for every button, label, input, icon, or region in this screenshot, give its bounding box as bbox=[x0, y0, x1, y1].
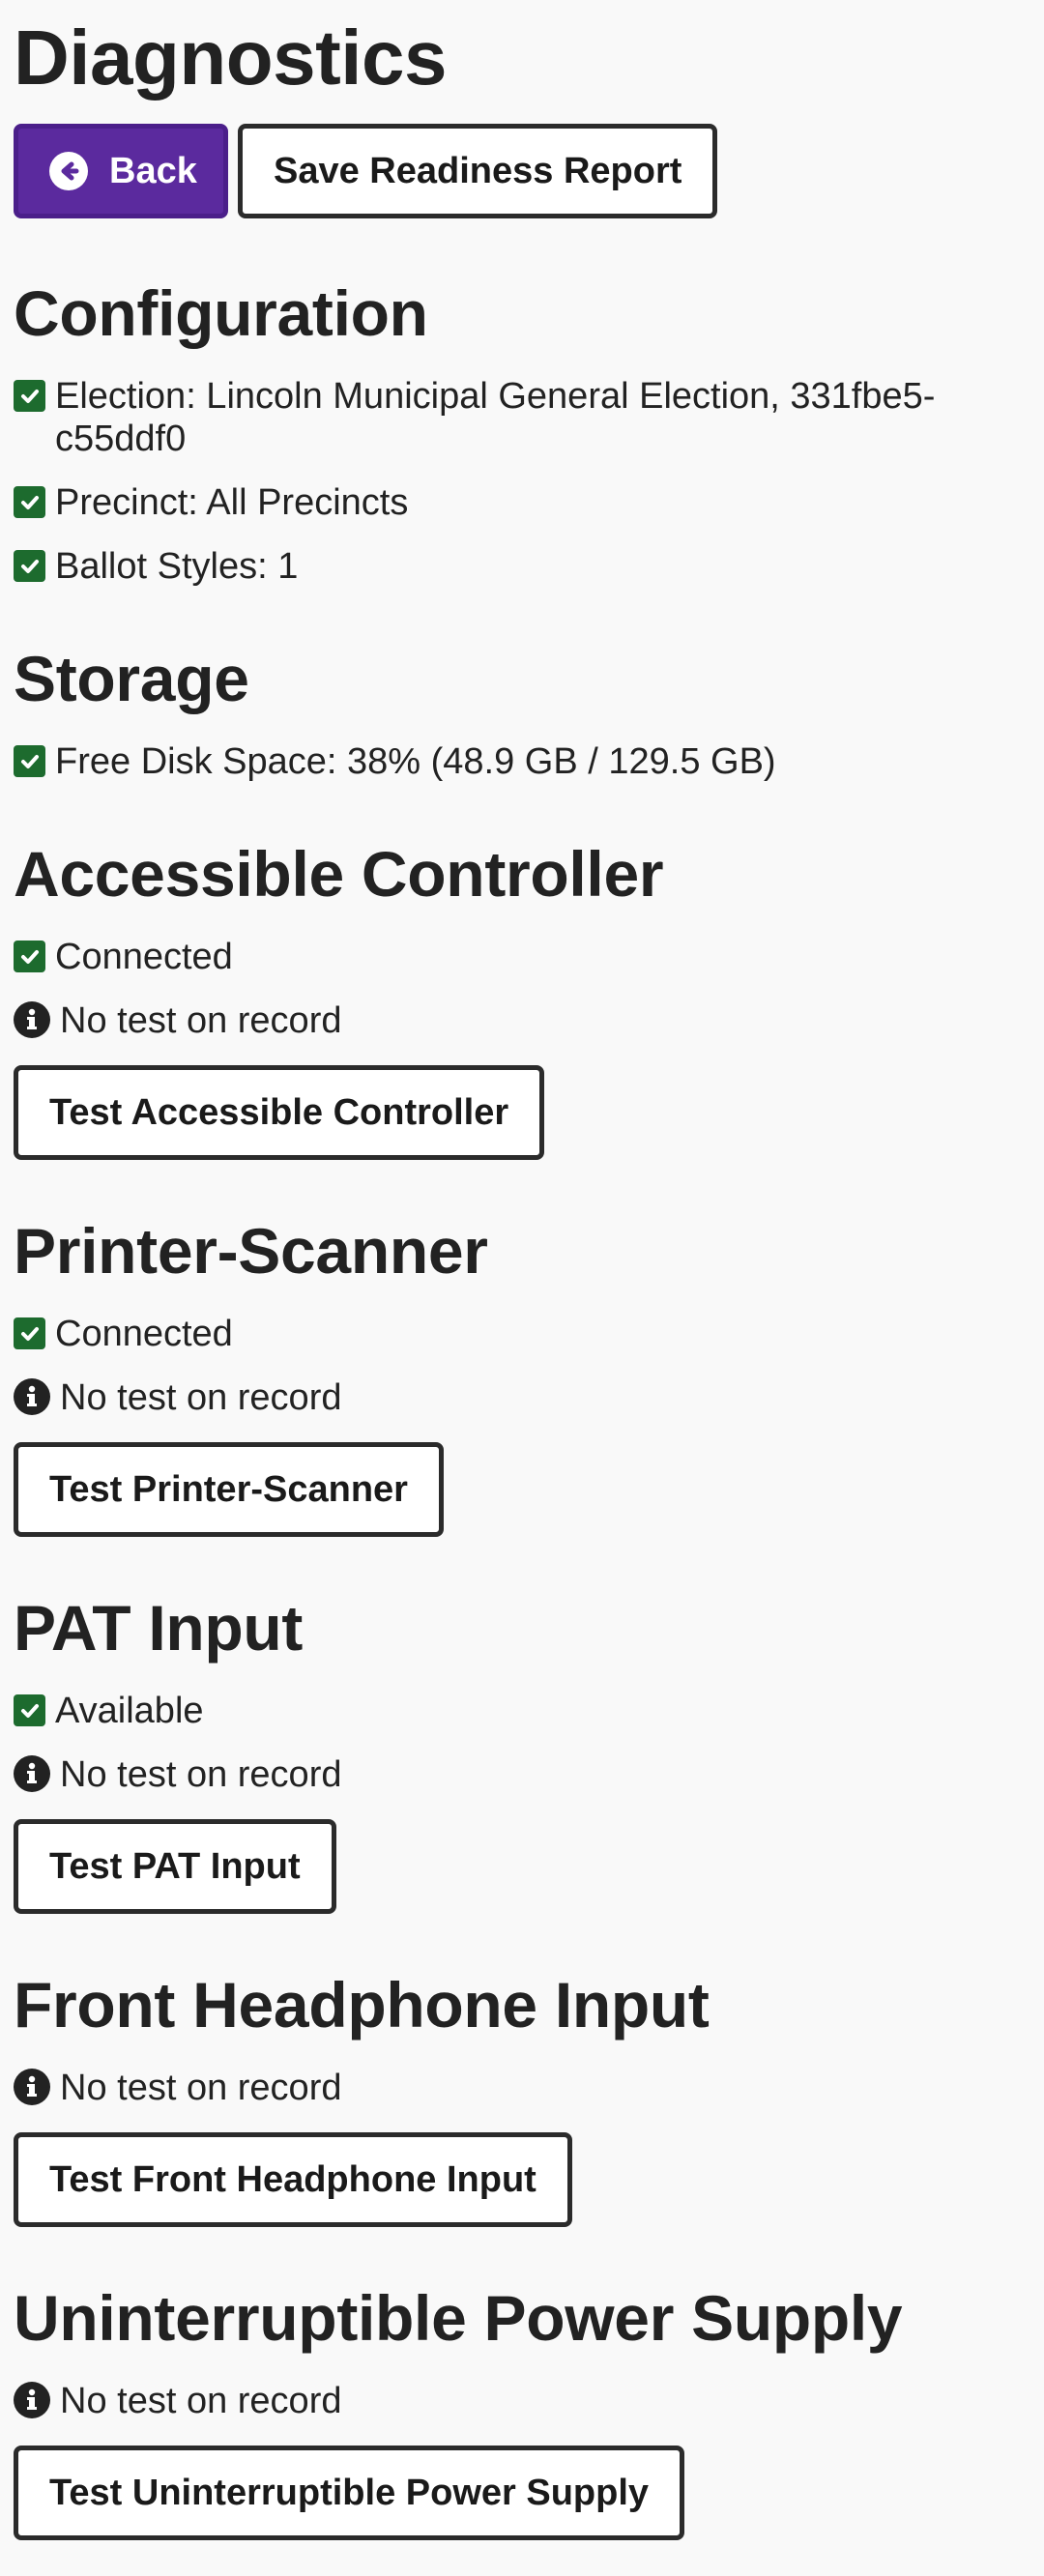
diagnostics-page: Diagnostics Back Save Readiness Report C… bbox=[0, 0, 1044, 2540]
save-readiness-report-button[interactable]: Save Readiness Report bbox=[238, 124, 718, 218]
header-actions: Back Save Readiness Report bbox=[14, 124, 1030, 218]
back-button[interactable]: Back bbox=[14, 124, 228, 218]
info-circle-icon bbox=[14, 1378, 50, 1415]
pat-test-row: No test on record bbox=[14, 1753, 1030, 1796]
ups-heading: Uninterruptible Power Supply bbox=[14, 2282, 903, 2354]
election-row: Election: Lincoln Municipal General Elec… bbox=[14, 375, 1030, 460]
ballot-styles-text: Ballot Styles: 1 bbox=[55, 546, 299, 587]
info-circle-icon bbox=[14, 2382, 50, 2418]
printer-test-text: No test on record bbox=[60, 1377, 342, 1418]
check-square-icon bbox=[14, 1694, 45, 1726]
printer-scanner-heading: Printer-Scanner bbox=[14, 1215, 488, 1287]
headphone-test-row: No test on record bbox=[14, 2067, 1030, 2109]
check-square-icon bbox=[14, 941, 45, 972]
pat-input-section: PAT Input Available No test on record Te… bbox=[14, 1587, 1030, 1914]
pat-status-row: Available bbox=[14, 1690, 1030, 1732]
test-printer-scanner-button[interactable]: Test Printer-Scanner bbox=[14, 1442, 444, 1537]
configuration-heading: Configuration bbox=[14, 277, 428, 349]
info-circle-icon bbox=[14, 1755, 50, 1792]
check-square-icon bbox=[14, 550, 45, 582]
controller-test-row: No test on record bbox=[14, 999, 1030, 1042]
check-square-icon bbox=[14, 1317, 45, 1349]
pat-input-heading: PAT Input bbox=[14, 1592, 304, 1664]
check-square-icon bbox=[14, 380, 45, 412]
ups-test-row: No test on record bbox=[14, 2380, 1030, 2422]
ups-test-text: No test on record bbox=[60, 2381, 342, 2421]
controller-status-row: Connected bbox=[14, 936, 1030, 978]
test-accessible-controller-button[interactable]: Test Accessible Controller bbox=[14, 1065, 545, 1160]
ups-section: Uninterruptible Power Supply No test on … bbox=[14, 2277, 1030, 2540]
info-circle-icon bbox=[14, 1001, 50, 1038]
pat-status-text: Available bbox=[55, 1691, 204, 1731]
precinct-text: Precinct: All Precincts bbox=[55, 482, 409, 523]
free-disk-row: Free Disk Space: 38% (48.9 GB / 129.5 GB… bbox=[14, 740, 1030, 783]
check-square-icon bbox=[14, 486, 45, 518]
arrow-left-circle-icon bbox=[49, 152, 88, 190]
back-button-label: Back bbox=[109, 150, 197, 191]
front-headphone-heading: Front Headphone Input bbox=[14, 1969, 710, 2041]
accessible-controller-section: Accessible Controller Connected No test … bbox=[14, 833, 1030, 1160]
election-text: Election: Lincoln Municipal General Elec… bbox=[55, 376, 936, 459]
test-pat-input-button[interactable]: Test PAT Input bbox=[14, 1819, 336, 1914]
check-square-icon bbox=[14, 745, 45, 777]
page-title: Diagnostics bbox=[14, 14, 447, 101]
storage-section: Storage Free Disk Space: 38% (48.9 GB / … bbox=[14, 638, 1030, 783]
test-front-headphone-button[interactable]: Test Front Headphone Input bbox=[14, 2132, 572, 2227]
accessible-controller-heading: Accessible Controller bbox=[14, 838, 664, 910]
storage-heading: Storage bbox=[14, 643, 249, 714]
info-circle-icon bbox=[14, 2069, 50, 2105]
pat-test-text: No test on record bbox=[60, 1754, 342, 1795]
controller-status-text: Connected bbox=[55, 937, 233, 977]
front-headphone-section: Front Headphone Input No test on record … bbox=[14, 1964, 1030, 2227]
configuration-section: Configuration Election: Lincoln Municipa… bbox=[14, 273, 1030, 588]
printer-test-row: No test on record bbox=[14, 1376, 1030, 1419]
test-ups-button[interactable]: Test Uninterruptible Power Supply bbox=[14, 2446, 685, 2540]
headphone-test-text: No test on record bbox=[60, 2068, 342, 2108]
printer-scanner-section: Printer-Scanner Connected No test on rec… bbox=[14, 1210, 1030, 1537]
ballot-styles-row: Ballot Styles: 1 bbox=[14, 545, 1030, 588]
controller-test-text: No test on record bbox=[60, 1000, 342, 1041]
printer-status-row: Connected bbox=[14, 1313, 1030, 1355]
free-disk-text: Free Disk Space: 38% (48.9 GB / 129.5 GB… bbox=[55, 741, 776, 782]
printer-status-text: Connected bbox=[55, 1314, 233, 1354]
precinct-row: Precinct: All Precincts bbox=[14, 481, 1030, 524]
